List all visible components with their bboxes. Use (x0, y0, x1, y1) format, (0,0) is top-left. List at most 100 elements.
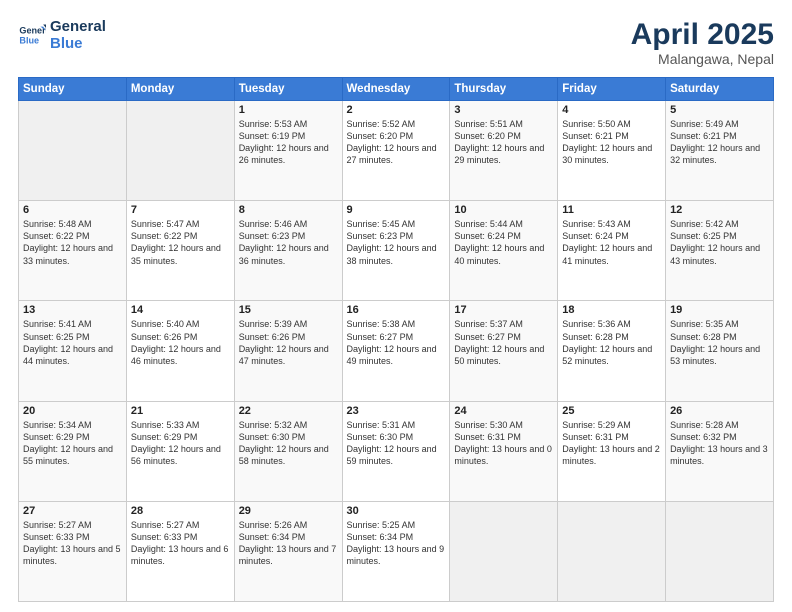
day-info: Sunrise: 5:38 AMSunset: 6:27 PMDaylight:… (347, 318, 446, 367)
day-info: Sunrise: 5:45 AMSunset: 6:23 PMDaylight:… (347, 218, 446, 267)
col-tuesday: Tuesday (234, 78, 342, 101)
table-row (126, 101, 234, 201)
table-row: 12 Sunrise: 5:42 AMSunset: 6:25 PMDayligh… (666, 201, 774, 301)
day-number: 6 (23, 204, 122, 216)
col-thursday: Thursday (450, 78, 558, 101)
day-number: 16 (347, 304, 446, 316)
day-info: Sunrise: 5:46 AMSunset: 6:23 PMDaylight:… (239, 218, 338, 267)
svg-text:Blue: Blue (19, 36, 39, 46)
day-number: 28 (131, 505, 230, 517)
day-number: 27 (23, 505, 122, 517)
table-row: 25 Sunrise: 5:29 AMSunset: 6:31 PMDayligh… (558, 401, 666, 501)
day-number: 26 (670, 405, 769, 417)
table-row: 1 Sunrise: 5:53 AMSunset: 6:19 PMDaylight… (234, 101, 342, 201)
day-number: 29 (239, 505, 338, 517)
day-number: 12 (670, 204, 769, 216)
table-row: 24Sunrise: 5:30 AMSunset: 6:31 PMDayligh… (450, 401, 558, 501)
day-number: 1 (239, 104, 338, 116)
day-number: 2 (347, 104, 446, 116)
logo-icon: General Blue (18, 21, 46, 49)
table-row (450, 501, 558, 601)
table-row: 17Sunrise: 5:37 AMSunset: 6:27 PMDayligh… (450, 301, 558, 401)
logo-line2: Blue (50, 35, 106, 52)
day-number: 3 (454, 104, 553, 116)
day-info: Sunrise: 5:27 AMSunset: 6:33 PMDaylight:… (23, 519, 122, 568)
day-info: Sunrise: 5:47 AMSunset: 6:22 PMDaylight:… (131, 218, 230, 267)
day-number: 25 (562, 405, 661, 417)
table-row (666, 501, 774, 601)
day-info: Sunrise: 5:40 AMSunset: 6:26 PMDaylight:… (131, 318, 230, 367)
day-info: Sunrise: 5:27 AMSunset: 6:33 PMDaylight:… (131, 519, 230, 568)
day-number: 19 (670, 304, 769, 316)
table-row: 16 Sunrise: 5:38 AMSunset: 6:27 PMDayligh… (342, 301, 450, 401)
day-info: Sunrise: 5:33 AMSunset: 6:29 PMDaylight:… (131, 419, 230, 468)
day-info: Sunrise: 5:37 AMSunset: 6:27 PMDaylight:… (454, 318, 553, 367)
day-number: 9 (347, 204, 446, 216)
col-monday: Monday (126, 78, 234, 101)
title-block: April 2025 Malangawa, Nepal (631, 18, 774, 67)
day-number: 4 (562, 104, 661, 116)
day-info: Sunrise: 5:32 AMSunset: 6:30 PMDaylight:… (239, 419, 338, 468)
day-number: 15 (239, 304, 338, 316)
day-info: Sunrise: 5:35 AMSunset: 6:28 PMDaylight:… (670, 318, 769, 367)
table-row (558, 501, 666, 601)
day-info: Sunrise: 5:43 AMSunset: 6:24 PMDaylight:… (562, 218, 661, 267)
day-info: Sunrise: 5:53 AMSunset: 6:19 PMDaylight:… (239, 118, 338, 167)
day-number: 8 (239, 204, 338, 216)
day-number: 24 (454, 405, 553, 417)
table-row: 5 Sunrise: 5:49 AMSunset: 6:21 PMDaylight… (666, 101, 774, 201)
day-info: Sunrise: 5:42 AMSunset: 6:25 PMDaylight:… (670, 218, 769, 267)
table-row: 30Sunrise: 5:25 AMSunset: 6:34 PMDayligh… (342, 501, 450, 601)
table-row: 14 Sunrise: 5:40 AMSunset: 6:26 PMDayligh… (126, 301, 234, 401)
table-row: 9 Sunrise: 5:45 AMSunset: 6:23 PMDaylight… (342, 201, 450, 301)
table-row: 28 Sunrise: 5:27 AMSunset: 6:33 PMDayligh… (126, 501, 234, 601)
day-info: Sunrise: 5:49 AMSunset: 6:21 PMDaylight:… (670, 118, 769, 167)
day-number: 5 (670, 104, 769, 116)
day-number: 14 (131, 304, 230, 316)
page-subtitle: Malangawa, Nepal (631, 51, 774, 67)
day-info: Sunrise: 5:26 AMSunset: 6:34 PMDaylight:… (239, 519, 338, 568)
page-title: April 2025 (631, 18, 774, 51)
day-info: Sunrise: 5:51 AMSunset: 6:20 PMDaylight:… (454, 118, 553, 167)
table-row: 15Sunrise: 5:39 AMSunset: 6:26 PMDayligh… (234, 301, 342, 401)
day-info: Sunrise: 5:44 AMSunset: 6:24 PMDaylight:… (454, 218, 553, 267)
table-row: 4Sunrise: 5:50 AMSunset: 6:21 PMDaylight… (558, 101, 666, 201)
day-number: 13 (23, 304, 122, 316)
table-row: 6 Sunrise: 5:48 AMSunset: 6:22 PMDaylight… (19, 201, 127, 301)
table-row (19, 101, 127, 201)
table-row: 13 Sunrise: 5:41 AMSunset: 6:25 PMDayligh… (19, 301, 127, 401)
day-number: 7 (131, 204, 230, 216)
table-row: 2 Sunrise: 5:52 AMSunset: 6:20 PMDaylight… (342, 101, 450, 201)
table-row: 20Sunrise: 5:34 AMSunset: 6:29 PMDayligh… (19, 401, 127, 501)
table-row: 3 Sunrise: 5:51 AMSunset: 6:20 PMDaylight… (450, 101, 558, 201)
col-saturday: Saturday (666, 78, 774, 101)
day-info: Sunrise: 5:36 AMSunset: 6:28 PMDaylight:… (562, 318, 661, 367)
table-row: 8 Sunrise: 5:46 AMSunset: 6:23 PMDaylight… (234, 201, 342, 301)
table-row: 19 Sunrise: 5:35 AMSunset: 6:28 PMDayligh… (666, 301, 774, 401)
day-info: Sunrise: 5:25 AMSunset: 6:34 PMDaylight:… (347, 519, 446, 568)
logo-line1: General (50, 18, 106, 35)
day-number: 23 (347, 405, 446, 417)
day-info: Sunrise: 5:29 AMSunset: 6:31 PMDaylight:… (562, 419, 661, 468)
col-sunday: Sunday (19, 78, 127, 101)
day-info: Sunrise: 5:41 AMSunset: 6:25 PMDaylight:… (23, 318, 122, 367)
table-row: 22 Sunrise: 5:32 AMSunset: 6:30 PMDayligh… (234, 401, 342, 501)
day-info: Sunrise: 5:48 AMSunset: 6:22 PMDaylight:… (23, 218, 122, 267)
day-number: 22 (239, 405, 338, 417)
day-info: Sunrise: 5:34 AMSunset: 6:29 PMDaylight:… (23, 419, 122, 468)
table-row: 26 Sunrise: 5:28 AMSunset: 6:32 PMDayligh… (666, 401, 774, 501)
day-info: Sunrise: 5:28 AMSunset: 6:32 PMDaylight:… (670, 419, 769, 468)
col-wednesday: Wednesday (342, 78, 450, 101)
table-row: 18 Sunrise: 5:36 AMSunset: 6:28 PMDayligh… (558, 301, 666, 401)
table-row: 21Sunrise: 5:33 AMSunset: 6:29 PMDayligh… (126, 401, 234, 501)
table-row: 11 Sunrise: 5:43 AMSunset: 6:24 PMDayligh… (558, 201, 666, 301)
table-row: 29 Sunrise: 5:26 AMSunset: 6:34 PMDayligh… (234, 501, 342, 601)
table-row: 7 Sunrise: 5:47 AMSunset: 6:22 PMDaylight… (126, 201, 234, 301)
day-info: Sunrise: 5:52 AMSunset: 6:20 PMDaylight:… (347, 118, 446, 167)
page-header: General Blue General Blue April 2025 Mal… (18, 18, 774, 67)
day-number: 11 (562, 204, 661, 216)
col-friday: Friday (558, 78, 666, 101)
day-info: Sunrise: 5:31 AMSunset: 6:30 PMDaylight:… (347, 419, 446, 468)
day-number: 18 (562, 304, 661, 316)
calendar-table: Sunday Monday Tuesday Wednesday Thursday… (18, 77, 774, 602)
